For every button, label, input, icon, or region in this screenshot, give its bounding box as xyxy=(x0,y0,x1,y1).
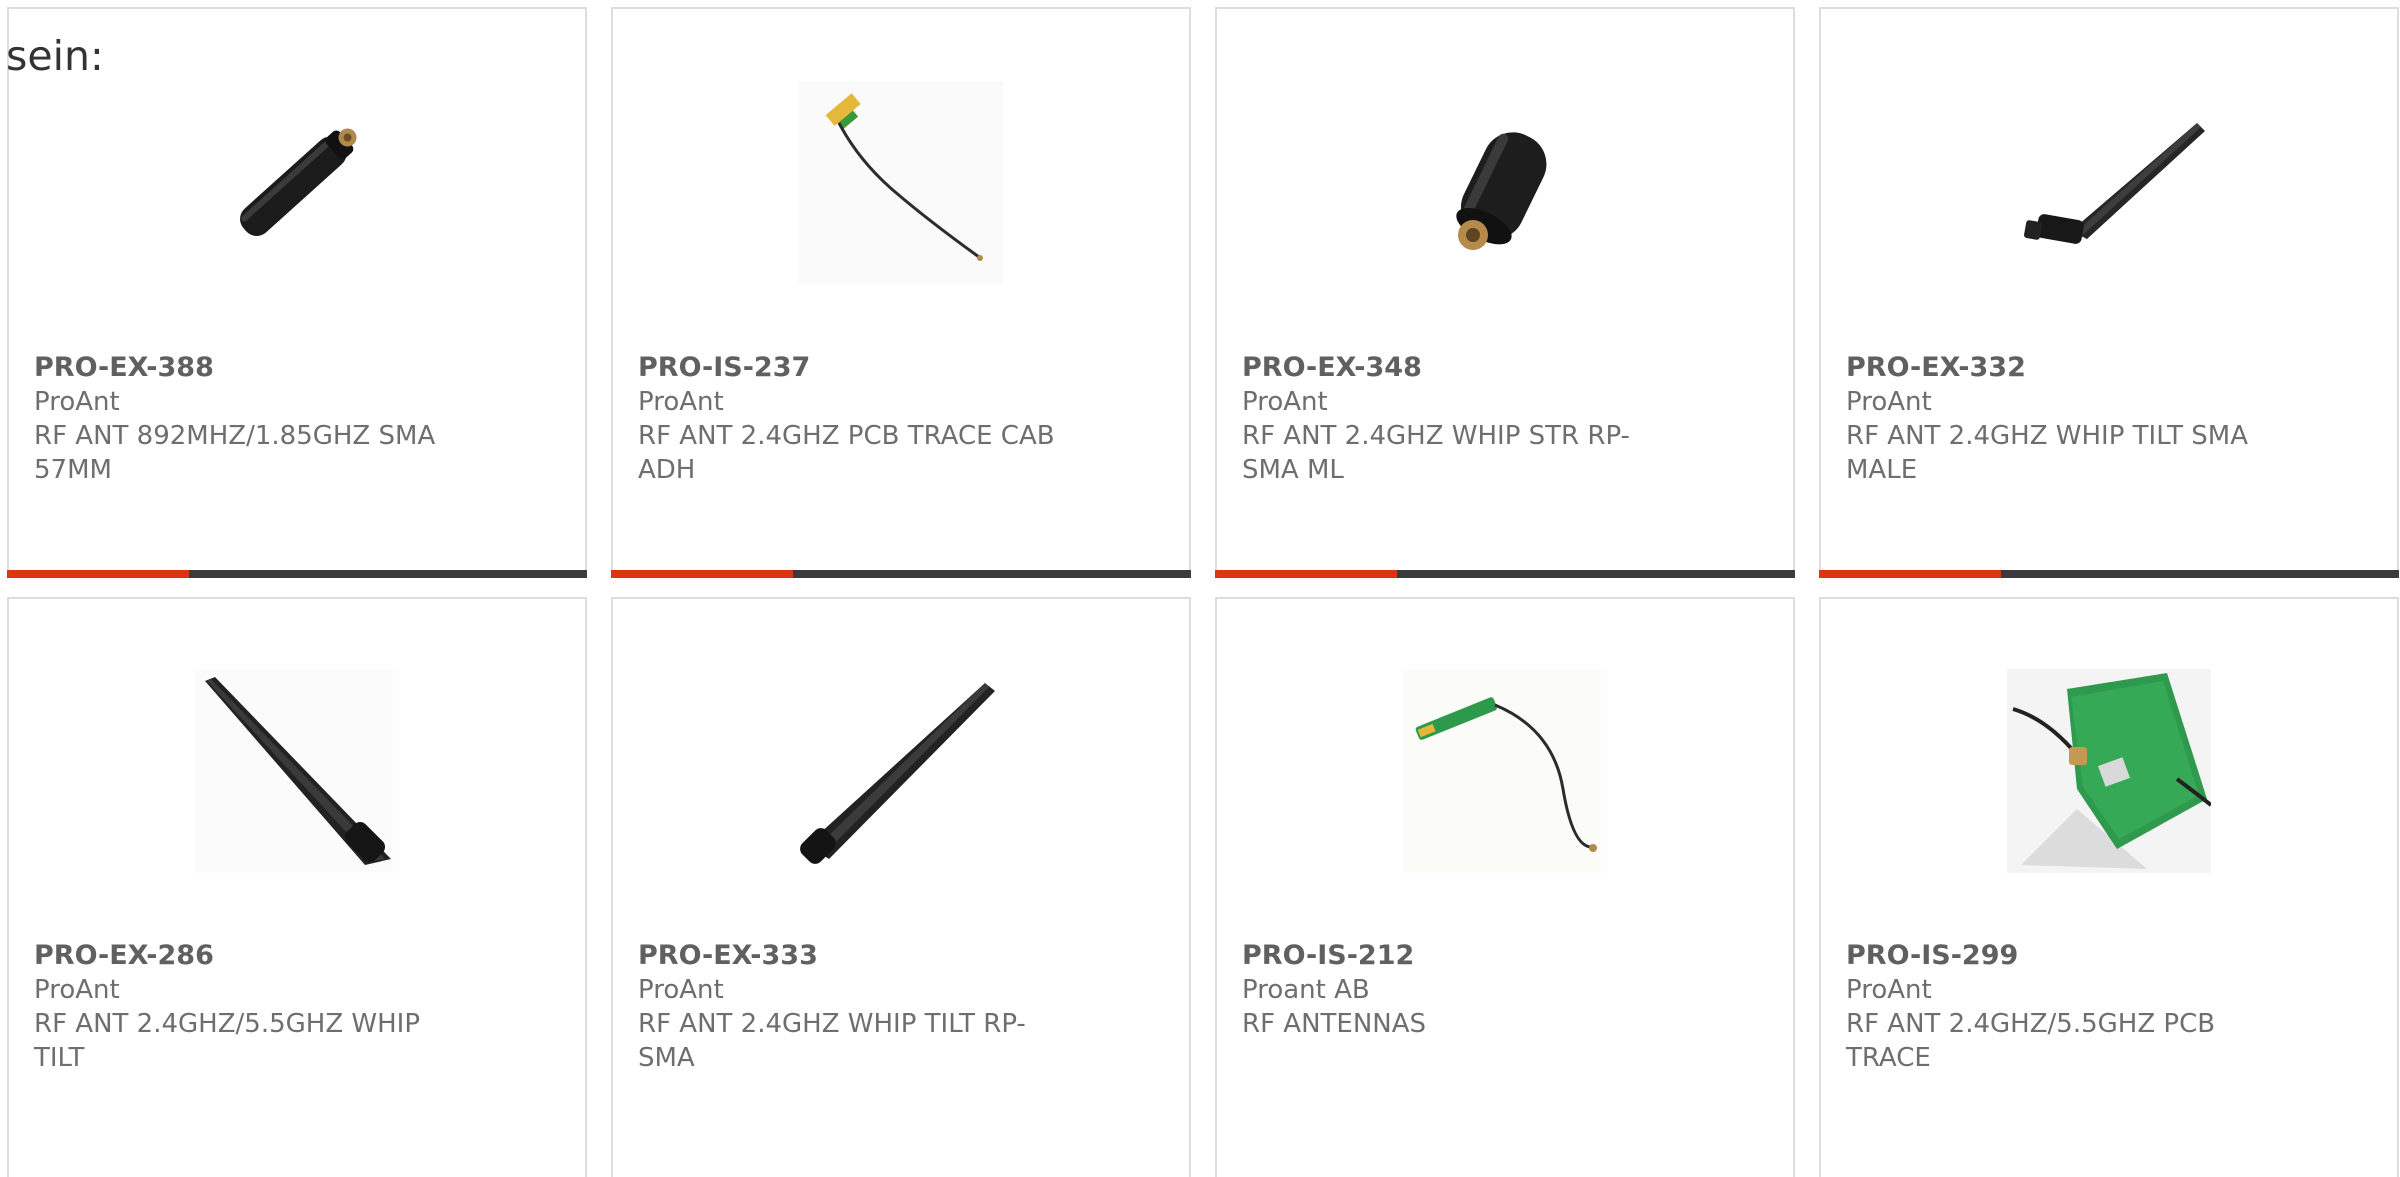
accent-segment xyxy=(1819,570,2001,578)
description-line: RF ANT 2.4GHZ WHIP TILT RP- xyxy=(638,1009,1026,1039)
product-image[interactable] xyxy=(2007,669,2211,873)
part-number[interactable]: PRO-EX-332 xyxy=(1846,351,2266,385)
product-info: PRO-EX-332 ProAnt RF ANT 2.4GHZ WHIP TIL… xyxy=(1846,351,2266,487)
product-grid: PRO-EX-388 ProAnt RF ANT 892MHZ/1.85GHZ … xyxy=(0,0,2400,1177)
manufacturer: ProAnt xyxy=(638,387,724,417)
manufacturer: ProAnt xyxy=(638,975,724,1005)
part-number[interactable]: PRO-EX-348 xyxy=(1242,351,1662,385)
part-number[interactable]: PRO-IS-299 xyxy=(1846,939,2266,973)
description-line: RF ANT 2.4GHZ/5.5GHZ PCB xyxy=(1846,1009,2216,1039)
product-card[interactable]: PRO-IS-299 ProAnt RF ANT 2.4GHZ/5.5GHZ P… xyxy=(1819,597,2399,1177)
product-info: PRO-EX-333 ProAnt RF ANT 2.4GHZ WHIP TIL… xyxy=(638,939,1058,1075)
product-info: PRO-IS-299 ProAnt RF ANT 2.4GHZ/5.5GHZ P… xyxy=(1846,939,2266,1075)
product-card[interactable]: PRO-EX-286 ProAnt RF ANT 2.4GHZ/5.5GHZ W… xyxy=(7,597,587,1177)
accent-segment xyxy=(611,570,793,578)
product-card[interactable]: PRO-IS-237 ProAnt RF ANT 2.4GHZ PCB TRAC… xyxy=(611,7,1191,578)
product-info: PRO-EX-388 ProAnt RF ANT 892MHZ/1.85GHZ … xyxy=(34,351,454,487)
intro-text: sein: xyxy=(6,32,104,80)
accent-segment xyxy=(7,570,189,578)
card-footer-bar xyxy=(1819,570,2399,578)
product-card[interactable]: PRO-IS-212 Proant AB RF ANTENNAS xyxy=(1215,597,1795,1177)
product-info: PRO-IS-212 Proant AB RF ANTENNAS xyxy=(1242,939,1662,1041)
description-line: SMA ML xyxy=(1242,455,1344,485)
description-line: SMA xyxy=(638,1043,695,1073)
card-footer-bar xyxy=(7,570,587,578)
product-card[interactable]: PRO-EX-348 ProAnt RF ANT 2.4GHZ WHIP STR… xyxy=(1215,7,1795,578)
description-line: TILT xyxy=(34,1043,85,1073)
manufacturer: Proant AB xyxy=(1242,975,1370,1005)
description-line: TRACE xyxy=(1846,1043,1931,1073)
card-footer-bar xyxy=(1215,570,1795,578)
manufacturer: ProAnt xyxy=(34,975,120,1005)
product-image[interactable] xyxy=(1403,81,1607,285)
description-line: ADH xyxy=(638,455,696,485)
description-line: RF ANT 2.4GHZ WHIP TILT SMA xyxy=(1846,421,2248,451)
product-card[interactable]: PRO-EX-388 ProAnt RF ANT 892MHZ/1.85GHZ … xyxy=(7,7,587,578)
product-card[interactable]: PRO-EX-332 ProAnt RF ANT 2.4GHZ WHIP TIL… xyxy=(1819,7,2399,578)
product-image[interactable] xyxy=(2007,81,2211,285)
product-image[interactable] xyxy=(799,81,1003,285)
product-info: PRO-EX-348 ProAnt RF ANT 2.4GHZ WHIP STR… xyxy=(1242,351,1662,487)
part-number[interactable]: PRO-IS-237 xyxy=(638,351,1058,385)
product-info: PRO-IS-237 ProAnt RF ANT 2.4GHZ PCB TRAC… xyxy=(638,351,1058,487)
product-info: PRO-EX-286 ProAnt RF ANT 2.4GHZ/5.5GHZ W… xyxy=(34,939,454,1075)
product-image[interactable] xyxy=(1403,669,1607,873)
part-number[interactable]: PRO-EX-333 xyxy=(638,939,1058,973)
manufacturer: ProAnt xyxy=(1846,387,1932,417)
manufacturer: ProAnt xyxy=(1846,975,1932,1005)
description-line: RF ANT 2.4GHZ PCB TRACE CAB xyxy=(638,421,1055,451)
part-number[interactable]: PRO-IS-212 xyxy=(1242,939,1662,973)
part-number[interactable]: PRO-EX-388 xyxy=(34,351,454,385)
accent-segment xyxy=(1215,570,1397,578)
manufacturer: ProAnt xyxy=(34,387,120,417)
description-line: MALE xyxy=(1846,455,1918,485)
product-image[interactable] xyxy=(195,81,399,285)
description-line: RF ANT 2.4GHZ/5.5GHZ WHIP xyxy=(34,1009,421,1039)
description-line: RF ANTENNAS xyxy=(1242,1009,1427,1039)
description-line: RF ANT 2.4GHZ WHIP STR RP- xyxy=(1242,421,1630,451)
card-footer-bar xyxy=(611,570,1191,578)
product-image[interactable] xyxy=(799,669,1003,873)
description-line: RF ANT 892MHZ/1.85GHZ SMA xyxy=(34,421,436,451)
part-number[interactable]: PRO-EX-286 xyxy=(34,939,454,973)
product-card[interactable]: PRO-EX-333 ProAnt RF ANT 2.4GHZ WHIP TIL… xyxy=(611,597,1191,1177)
description-line: 57MM xyxy=(34,455,112,485)
manufacturer: ProAnt xyxy=(1242,387,1328,417)
product-image[interactable] xyxy=(195,669,399,873)
